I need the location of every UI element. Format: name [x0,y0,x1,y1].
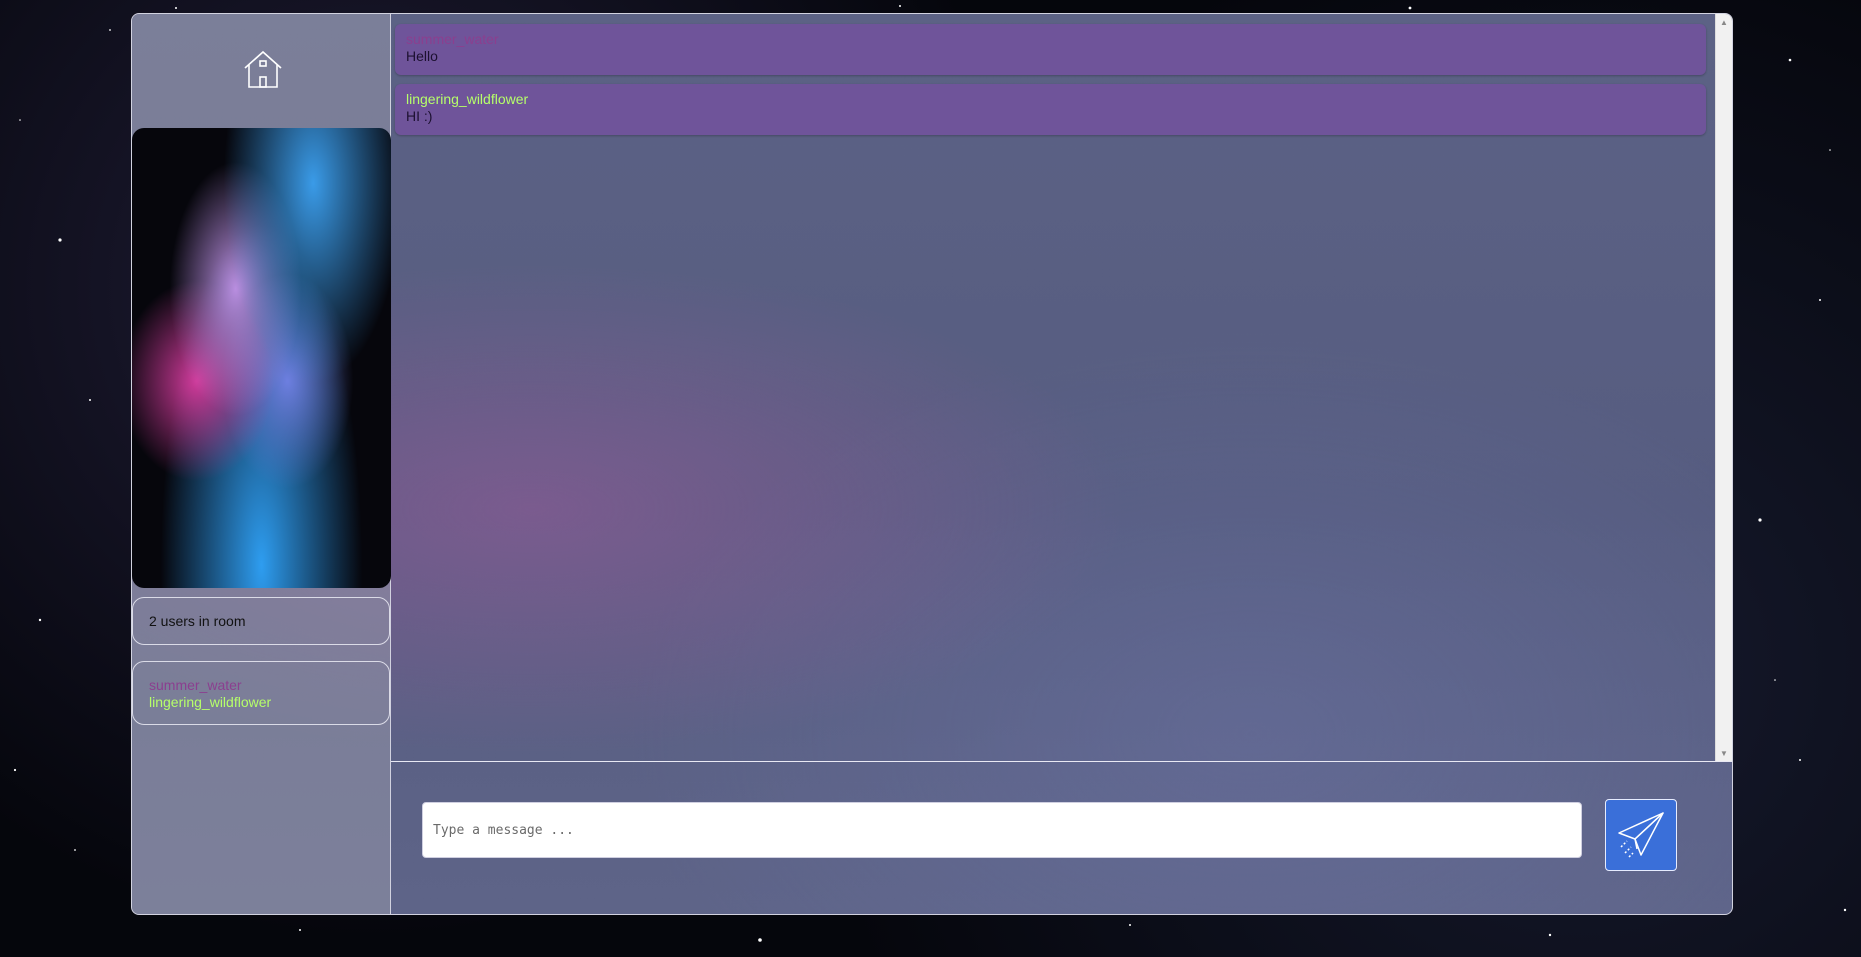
user-list-item: lingering_wildflower [149,694,272,710]
user-list-item: summer_water [149,677,242,693]
message: summer_water Hello [395,24,1706,75]
room-image [132,128,391,588]
message-author: summer_water [406,31,499,47]
message-text: Hello [406,48,438,64]
scroll-up-arrow-icon[interactable]: ▲ [1716,14,1732,30]
message-author: lingering_wildflower [406,91,529,107]
scroll-down-arrow-icon[interactable]: ▼ [1716,745,1732,761]
home-button[interactable] [240,46,286,92]
user-count-text: 2 users in room [149,613,246,629]
message-text: HI :) [406,108,433,124]
home-icon [244,50,282,88]
scrollbar[interactable]: ▲ ▼ [1715,14,1732,761]
user-count: 2 users in room [132,597,390,645]
message-input[interactable] [422,802,1582,858]
message-list: summer_water Hello lingering_wildflower … [391,24,1710,144]
message-area[interactable]: summer_water Hello lingering_wildflower … [391,14,1732,762]
user-list: summer_water lingering_wildflower [132,661,390,725]
send-button[interactable] [1605,799,1677,871]
sidebar: 2 users in room summer_water lingering_w… [132,14,391,914]
message: lingering_wildflower HI :) [395,84,1706,135]
paper-plane-icon [1618,812,1664,858]
chat-app-window: 2 users in room summer_water lingering_w… [131,13,1733,915]
